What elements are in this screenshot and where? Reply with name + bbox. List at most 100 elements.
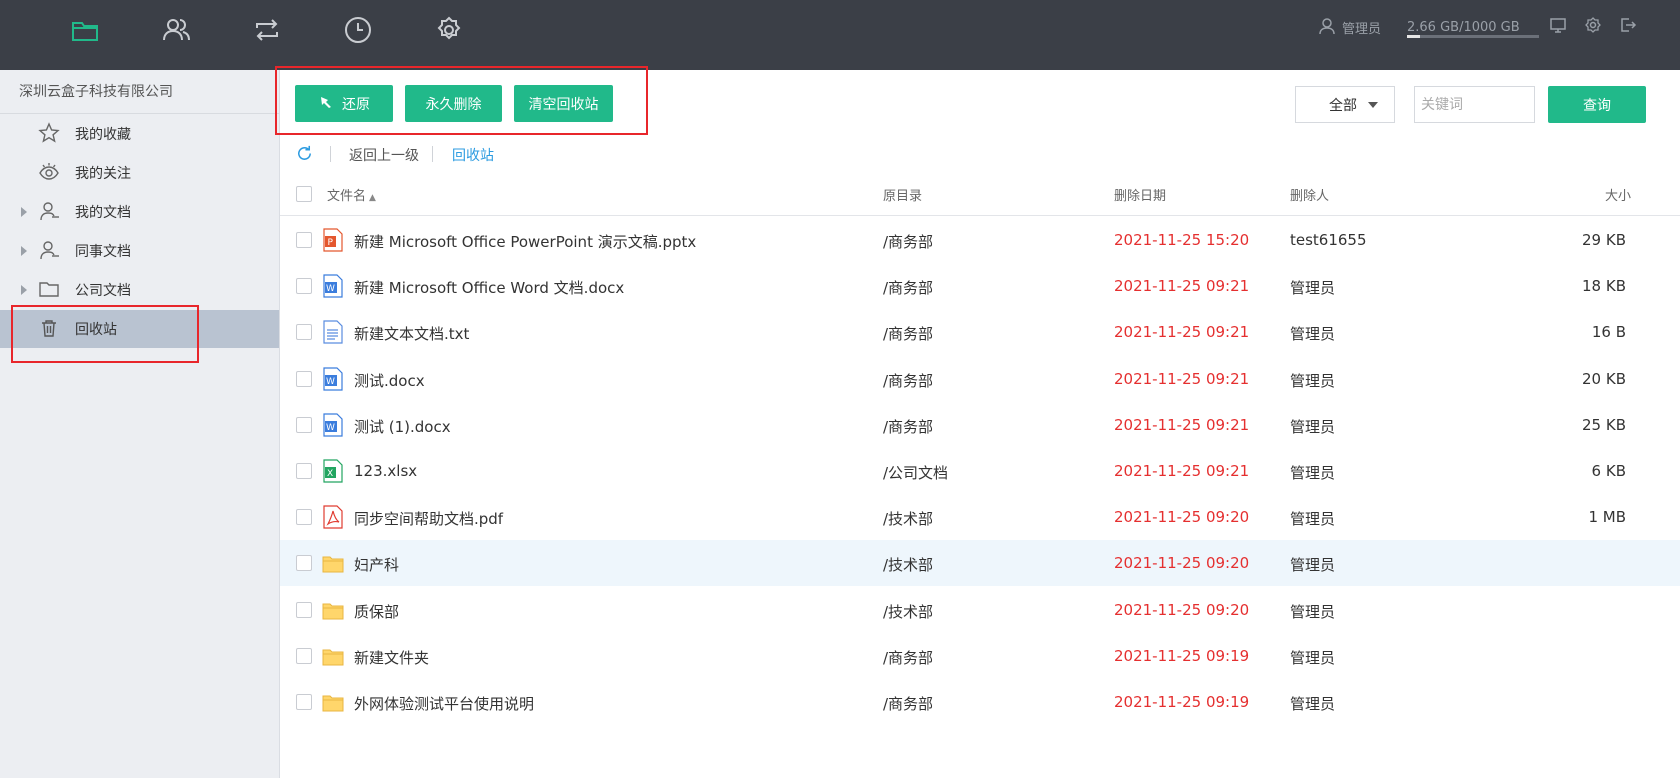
table-row[interactable]: P 新建 Microsoft Office PowerPoint 演示文稿.ppt… [280, 217, 1680, 263]
table-row[interactable]: 新建文本文档.txt/商务部 2021-11-25 09:21 管理员 16 B [280, 309, 1680, 355]
file-name[interactable]: 质保部 [354, 601, 399, 622]
deleted-by: 管理员 [1290, 371, 1336, 390]
file-name[interactable]: 测试 (1).docx [354, 416, 451, 437]
docx-file-icon: W [322, 413, 344, 437]
file-name[interactable]: 新建 Microsoft Office PowerPoint 演示文稿.pptx [354, 231, 696, 252]
back-link[interactable]: 返回上一级 [349, 145, 419, 165]
table-row[interactable]: 质保部/技术部 2021-11-25 09:20 管理员 [280, 587, 1680, 633]
sync-icon[interactable] [250, 13, 284, 47]
row-checkbox[interactable] [296, 278, 312, 295]
column-header-deleted-date[interactable]: 删除日期 [1114, 185, 1166, 204]
delete-forever-button[interactable]: 永久删除 [405, 85, 502, 122]
expand-arrow-icon[interactable] [21, 246, 27, 256]
file-name[interactable]: 新建文件夹 [354, 647, 429, 668]
empty-recycle-bin-button[interactable]: 清空回收站 [514, 85, 613, 122]
row-checkbox[interactable] [296, 509, 312, 526]
file-name[interactable]: 123.xlsx [354, 462, 417, 480]
deleted-date: 2021-11-25 09:21 [1114, 415, 1250, 434]
sidebar-item-colleague-docs[interactable]: 同事文档 [0, 232, 279, 270]
restore-button[interactable]: 还原 [295, 85, 393, 122]
row-checkbox[interactable] [296, 370, 312, 387]
breadcrumb-current[interactable]: 回收站 [452, 145, 494, 165]
sidebar-item-my-docs[interactable]: 我的文档 [0, 193, 279, 231]
origin-path: /商务部 [883, 325, 934, 344]
select-all-checkbox[interactable] [296, 186, 312, 202]
file-name[interactable]: 测试.docx [354, 370, 425, 391]
file-name[interactable]: 同步空间帮助文档.pdf [354, 508, 503, 529]
monitor-icon[interactable] [1549, 16, 1569, 36]
file-size: 20 KB [1582, 369, 1626, 388]
expand-arrow-icon[interactable] [21, 207, 27, 217]
settings-icon[interactable] [1584, 16, 1604, 36]
origin-path: /商务部 [883, 648, 934, 667]
sidebar-item-favorites[interactable]: 我的收藏 [0, 115, 279, 153]
row-checkbox[interactable] [296, 324, 312, 341]
gear-icon[interactable] [432, 13, 466, 47]
column-header-name[interactable]: 文件名 ▲ [327, 185, 376, 204]
logout-icon[interactable] [1619, 16, 1639, 36]
column-header-origin[interactable]: 原目录 [883, 185, 922, 204]
file-name[interactable]: 外网体验测试平台使用说明 [354, 693, 534, 714]
file-name[interactable]: 妇产科 [354, 554, 399, 575]
refresh-icon[interactable] [295, 144, 315, 164]
row-checkbox[interactable] [296, 555, 312, 572]
table-row[interactable]: W 测试 (1).docx/商务部 2021-11-25 09:21 管理员 25 KB [280, 402, 1680, 448]
sidebar-item-label: 我的文档 [75, 205, 131, 221]
query-button[interactable]: 查询 [1548, 86, 1646, 123]
expand-arrow-icon[interactable] [21, 285, 27, 295]
table-row[interactable]: 妇产科/技术部 2021-11-25 09:20 管理员 [280, 540, 1680, 587]
company-name: 深圳云盒子科技有限公司 [0, 70, 279, 114]
row-checkbox[interactable] [296, 232, 312, 248]
user-name: 管理员 [1342, 22, 1382, 37]
file-size: 6 KB [1591, 462, 1626, 480]
sidebar-item-recycle-bin[interactable]: 回收站 [0, 310, 279, 348]
row-checkbox[interactable] [296, 463, 312, 479]
table-row[interactable]: 新建文件夹/商务部 2021-11-25 09:19 管理员 [280, 633, 1680, 679]
table-row[interactable]: X 123.xlsx/公司文档 2021-11-25 09:21 管理员 6 KB [280, 448, 1680, 494]
restore-icon [318, 94, 342, 113]
row-checkbox[interactable] [296, 694, 312, 710]
filter-select[interactable]: 全部 [1295, 86, 1395, 123]
file-size: 29 KB [1582, 231, 1626, 249]
svg-text:W: W [326, 377, 335, 387]
row-checkbox[interactable] [296, 416, 312, 433]
table-row[interactable]: 外网体验测试平台使用说明/商务部 2021-11-25 09:19 管理员 [280, 679, 1680, 725]
user-icon [38, 239, 62, 263]
user-menu[interactable]: 管理员 [1318, 0, 1381, 55]
column-header-size[interactable]: 大小 [1605, 185, 1631, 204]
user-icon [1318, 17, 1342, 39]
column-header-deleted-by[interactable]: 删除人 [1290, 185, 1329, 204]
sidebar-item-label: 同事文档 [75, 244, 131, 260]
table-row[interactable]: W 测试.docx/商务部 2021-11-25 09:21 管理员 20 KB [280, 356, 1680, 402]
search-input[interactable] [1414, 86, 1535, 123]
folder-icon [322, 598, 344, 622]
txt-file-icon [322, 320, 344, 344]
deleted-date: 2021-11-25 09:21 [1114, 462, 1250, 480]
table-row[interactable]: 同步空间帮助文档.pdf/技术部 2021-11-25 09:20 管理员 1 MB [280, 494, 1680, 540]
sort-asc-icon: ▲ [369, 193, 376, 203]
row-checkbox[interactable] [296, 647, 312, 664]
sidebar-item-label: 我的关注 [75, 166, 131, 182]
deleted-by: 管理员 [1290, 556, 1336, 575]
file-name[interactable]: 新建 Microsoft Office Word 文档.docx [354, 277, 624, 298]
filter-select-value: 全部 [1329, 97, 1357, 114]
row-checkbox[interactable] [296, 601, 312, 618]
storage-indicator: 2.66 GB/1000 GB [1407, 0, 1539, 55]
file-size: 1 MB [1588, 508, 1626, 527]
storage-bar-fill [1407, 35, 1421, 38]
file-name[interactable]: 新建文本文档.txt [354, 323, 469, 344]
sidebar-item-label: 公司文档 [75, 283, 131, 299]
users-icon[interactable] [159, 13, 193, 47]
folder-icon[interactable] [68, 13, 102, 47]
sidebar: 深圳云盒子科技有限公司 我的收藏 我的关注 我的文档 同事文档 公司文档 回收站 [0, 70, 280, 778]
table-row[interactable]: W 新建 Microsoft Office Word 文档.docx/商务部 202… [280, 263, 1680, 309]
docx-file-icon: W [322, 274, 344, 298]
clock-icon[interactable] [341, 13, 375, 47]
folder-icon [322, 690, 344, 714]
docx-file-icon: W [322, 366, 344, 391]
sidebar-item-company-docs[interactable]: 公司文档 [0, 271, 279, 309]
svg-text:W: W [326, 423, 335, 433]
sidebar-item-following[interactable]: 我的关注 [0, 154, 279, 192]
user-icon [38, 200, 62, 224]
deleted-by: test61655 [1290, 231, 1367, 249]
